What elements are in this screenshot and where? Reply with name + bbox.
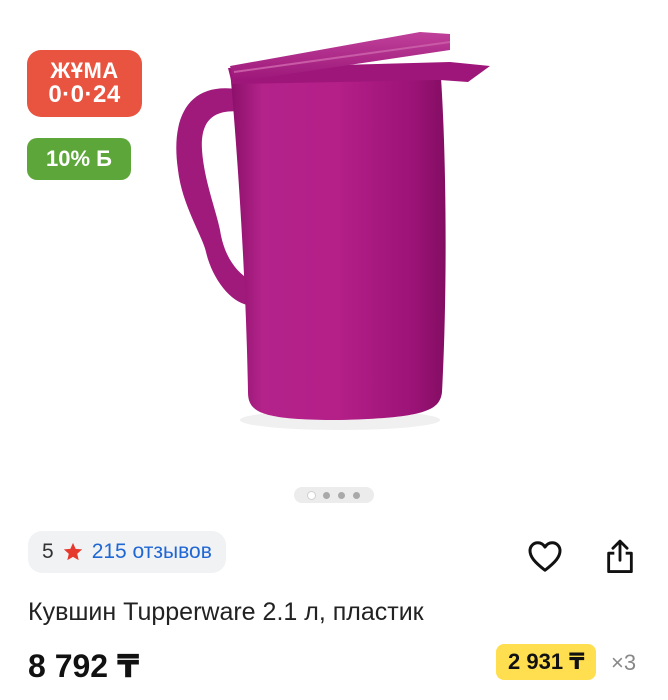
heart-icon	[528, 541, 562, 572]
promo-badge-line2: 0·0·24	[48, 81, 121, 109]
favorite-button[interactable]	[525, 536, 565, 576]
product-image[interactable]	[150, 20, 510, 480]
rating-value: 5	[42, 540, 54, 563]
promo-badge: ЖҰМА 0·0·24	[27, 50, 142, 117]
product-price: 8 792 ₸	[28, 648, 140, 684]
pagination-dot-active[interactable]	[308, 491, 315, 499]
pagination-dot[interactable]	[323, 491, 330, 499]
bonus-badge: 10% Б	[27, 138, 131, 180]
installment-times: ×3	[611, 650, 637, 675]
product-title: Кувшин Tupperware 2.1 л, пластик	[28, 598, 424, 626]
reviews-link[interactable]: 215 отзывов	[92, 540, 212, 564]
share-icon	[607, 539, 633, 573]
product-gallery[interactable]: ЖҰМА 0·0·24 10% Б	[0, 0, 668, 515]
gallery-pagination[interactable]	[294, 487, 374, 503]
promo-badge-line1: ЖҰМА	[50, 58, 119, 84]
pagination-dot[interactable]	[353, 491, 360, 499]
share-button[interactable]	[600, 536, 640, 576]
star-icon	[63, 542, 82, 561]
rating-chip[interactable]: 5 215 отзывов	[28, 531, 226, 573]
installment-price-badge[interactable]: 2 931 ₸	[496, 644, 597, 680]
pagination-dot[interactable]	[338, 491, 345, 499]
